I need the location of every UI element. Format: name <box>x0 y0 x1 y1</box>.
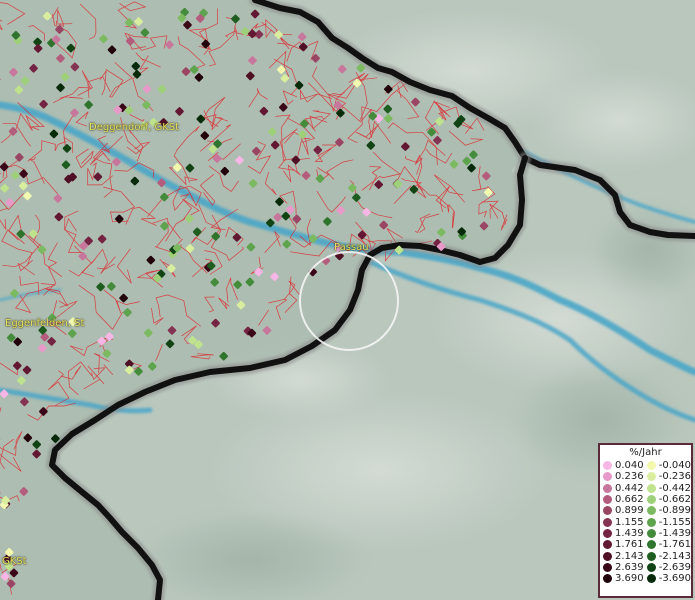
legend-title: %/Jahr <box>629 447 662 458</box>
legend-row-positive: 3.690 <box>603 573 647 584</box>
legend-row-negative: -0.236 <box>646 471 691 483</box>
legend-swatch-icon <box>603 517 612 527</box>
legend-swatch-icon <box>646 528 656 538</box>
legend-swatch-icon <box>603 551 612 561</box>
legend-negative-column: -0.040 -0.236 -0.442 -0.662 -0.899 -1.155 -1.4… <box>646 460 691 585</box>
legend-swatch-icon <box>603 495 612 505</box>
legend-swatch-icon <box>646 540 656 550</box>
legend-label: 1.155 <box>615 516 644 528</box>
legend-row-positive: 1.155 <box>603 516 647 528</box>
legend-label: 3.690 <box>615 573 644 585</box>
legend-row-positive: 1.761 <box>603 539 647 550</box>
legend-row-positive: 1.439 <box>603 528 647 539</box>
legend-label: -0.236 <box>658 471 691 483</box>
legend-label: -0.442 <box>658 482 691 494</box>
legend-row-negative: -1.761 <box>646 539 691 551</box>
legend-swatch-icon <box>646 472 656 482</box>
legend-row-positive: 0.040 <box>603 460 647 471</box>
legend-label: -0.662 <box>658 494 691 506</box>
legend-row-positive: 0.662 <box>603 494 647 505</box>
legend-swatch-icon <box>646 483 656 493</box>
legend-swatch-icon <box>646 461 656 471</box>
legend-row-positive: 0.442 <box>603 483 647 494</box>
legend-swatch-icon <box>603 528 612 538</box>
legend-row-negative: -0.442 <box>646 482 691 494</box>
legend-row-positive: 2.143 <box>603 550 647 562</box>
legend-label: -0.040 <box>658 460 691 472</box>
map-canvas[interactable] <box>0 0 695 600</box>
legend-row-positive: 0.236 <box>603 471 647 482</box>
legend-swatch-icon <box>603 461 612 471</box>
legend-label: -1.155 <box>658 516 691 528</box>
legend-label: 0.662 <box>615 494 644 506</box>
legend-label: -1.761 <box>658 539 691 551</box>
legend-swatch-icon <box>603 472 612 482</box>
legend-row-positive: 2.639 <box>603 562 647 573</box>
legend-row-negative: -0.899 <box>646 505 691 517</box>
legend-label: 0.236 <box>615 471 644 483</box>
legend-row-negative: -2.639 <box>646 561 691 573</box>
legend-label: -1.439 <box>658 527 691 539</box>
legend-label: 1.439 <box>615 527 644 539</box>
place-label-deggendorf: Deggendorf, GKSt <box>89 122 180 133</box>
legend-row-negative: -0.662 <box>646 494 691 506</box>
legend-row-negative: -0.040 <box>646 460 691 472</box>
legend-label: 0.040 <box>615 460 644 472</box>
legend-swatch-icon <box>603 574 612 584</box>
legend-label: 2.143 <box>615 550 644 562</box>
place-label-passau: Passau <box>334 242 369 253</box>
legend-positive-column: 0.040 0.236 0.442 0.662 0.899 1.155 1.439 1.761… <box>603 460 647 584</box>
legend-row-negative: -2.143 <box>646 550 691 562</box>
legend-row-negative: -1.155 <box>646 516 691 528</box>
legend-label: -2.639 <box>658 561 691 573</box>
legend-label: 0.899 <box>615 505 644 517</box>
legend-label: -3.690 <box>658 573 691 585</box>
legend-swatch-icon <box>603 483 612 493</box>
legend-swatch-icon <box>646 574 656 584</box>
legend-label: 1.761 <box>615 539 644 551</box>
legend-swatch-icon <box>646 562 656 572</box>
place-label-gksi: GKSt <box>2 556 27 567</box>
legend-swatch-icon <box>646 517 656 527</box>
legend-swatch-icon <box>603 540 612 550</box>
legend-row-negative: -3.690 <box>646 573 691 585</box>
legend-swatch-icon <box>603 562 612 572</box>
legend-swatch-icon <box>603 506 612 516</box>
legend: %/Jahr 0.040 0.236 0.442 0.662 0.899 1.155 1.4… <box>598 443 693 598</box>
legend-label: -2.143 <box>658 550 691 562</box>
legend-label: -0.899 <box>658 505 691 517</box>
legend-label: 0.442 <box>615 482 644 494</box>
legend-row-negative: -1.439 <box>646 527 691 539</box>
legend-swatch-icon <box>646 551 656 561</box>
legend-swatch-icon <box>646 495 656 505</box>
legend-swatch-icon <box>646 506 656 516</box>
legend-row-positive: 0.899 <box>603 505 647 516</box>
legend-label: 2.639 <box>615 561 644 573</box>
place-label-eggenfelden: Eggenfelden, St <box>5 318 85 329</box>
